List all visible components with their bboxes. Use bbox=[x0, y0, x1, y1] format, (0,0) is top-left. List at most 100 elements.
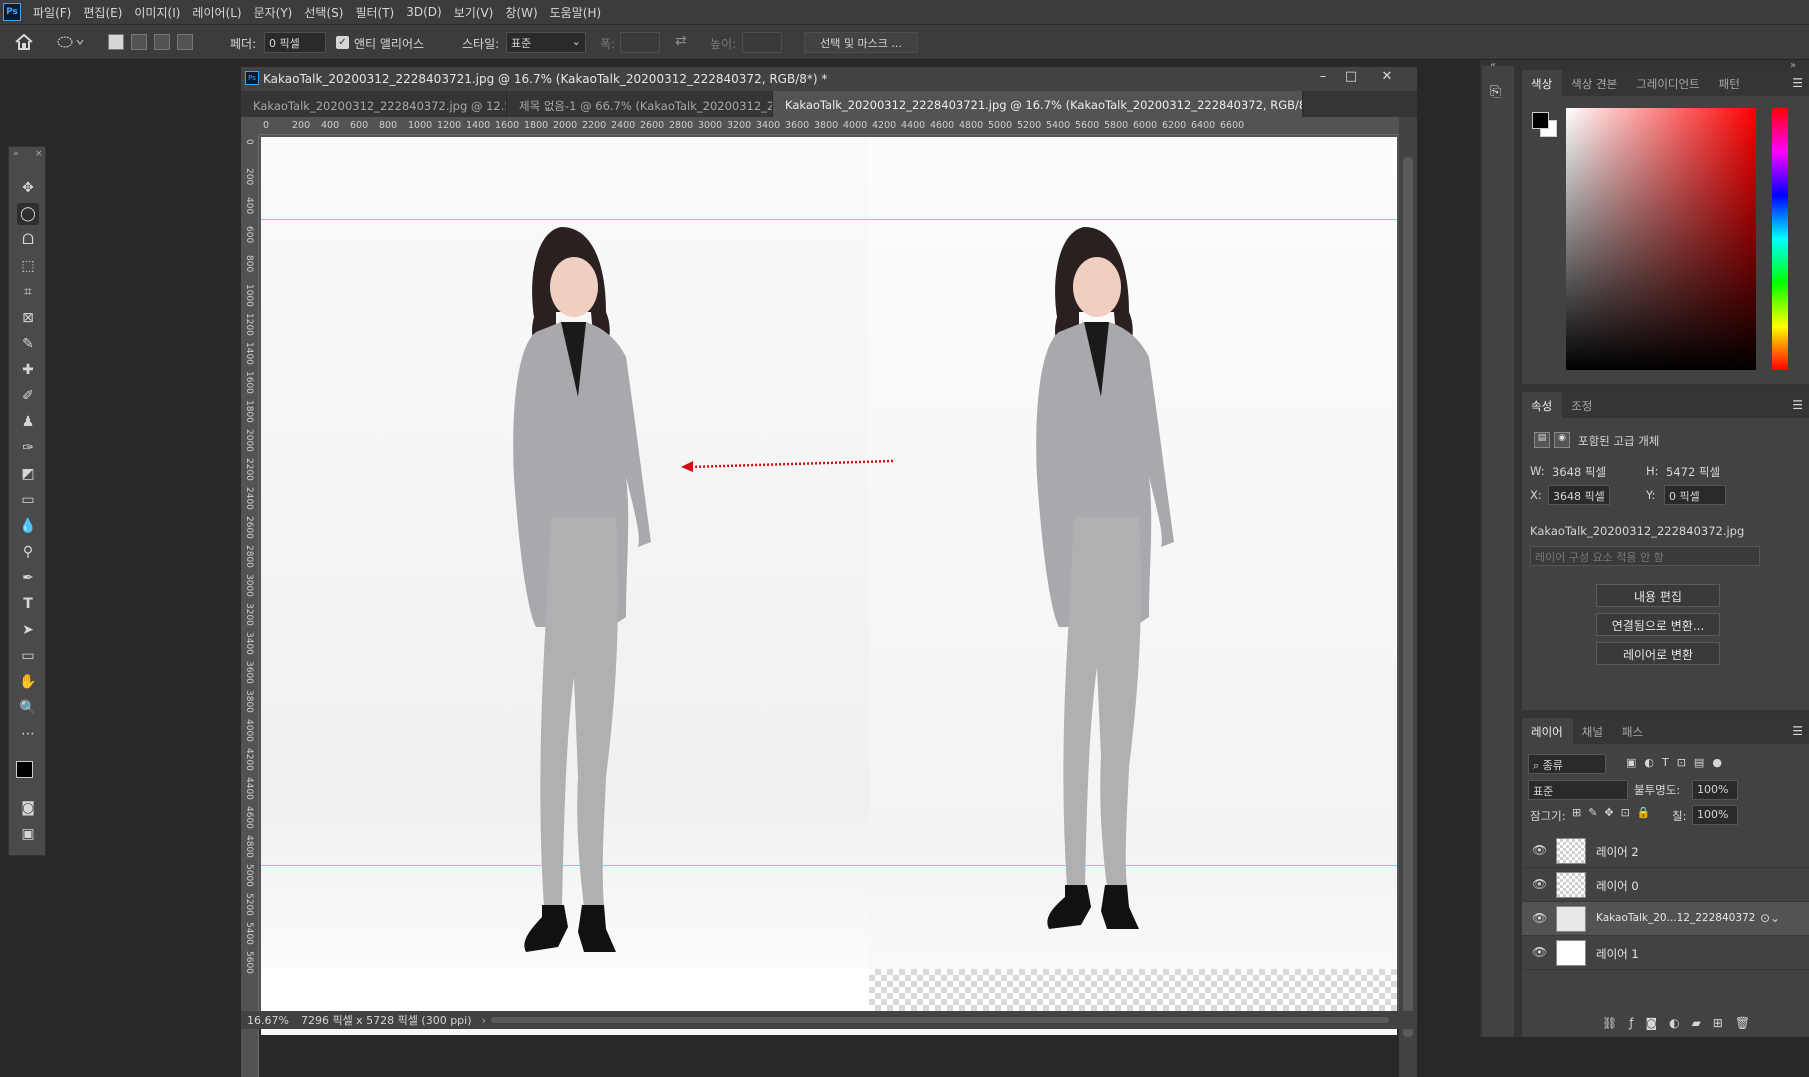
color-field[interactable] bbox=[1566, 108, 1756, 370]
home-icon[interactable] bbox=[14, 33, 34, 51]
layer-comp-select[interactable]: 레이어 구성 요소 적용 안 함 bbox=[1530, 546, 1760, 566]
zoom-level[interactable]: 16.67% bbox=[247, 1014, 289, 1027]
layer-filter-select[interactable]: ⌕ 종류 bbox=[1528, 754, 1606, 774]
maximize-icon[interactable]: □ bbox=[1339, 69, 1363, 89]
eyedropper-tool-icon[interactable]: ✎ bbox=[17, 333, 39, 355]
brush-tool-icon[interactable]: ✐ bbox=[17, 385, 39, 407]
w-value[interactable]: 3648 픽셀 bbox=[1552, 464, 1606, 480]
gradient-tool-icon[interactable]: ▭ bbox=[17, 489, 39, 511]
visibility-eye-icon[interactable]: 👁 bbox=[1532, 843, 1547, 857]
elliptical-marquee-preset-icon[interactable] bbox=[56, 34, 86, 50]
document-tab[interactable]: 제목 없음-1 @ 66.7% (KakaoTalk_20200312_2228… bbox=[507, 91, 773, 117]
type-tool-icon[interactable]: T bbox=[17, 593, 39, 615]
layer-options-icon[interactable]: ⊙⌄ bbox=[1760, 911, 1780, 925]
menu-image[interactable]: 이미지(I) bbox=[128, 4, 186, 21]
crop-tool-icon[interactable]: ⌗ bbox=[17, 281, 39, 303]
width-input[interactable] bbox=[620, 32, 660, 53]
menu-file[interactable]: 파일(F) bbox=[27, 4, 77, 21]
tab-paths[interactable]: 패스 bbox=[1613, 718, 1653, 744]
menu-view[interactable]: 보기(V) bbox=[448, 4, 500, 21]
document-tab-active[interactable]: KakaoTalk_20200312_2228403721.jpg @ 16.7… bbox=[773, 91, 1303, 117]
clone-stamp-tool-icon[interactable]: ♟ bbox=[17, 411, 39, 433]
screen-mode-icon[interactable]: ▣ bbox=[17, 823, 39, 845]
rectangle-tool-icon[interactable]: ▭ bbox=[17, 645, 39, 667]
convert-to-layers-button[interactable]: 레이어로 변환 bbox=[1596, 642, 1720, 665]
layer-name[interactable]: 레이어 2 bbox=[1596, 844, 1639, 860]
close-icon[interactable]: × bbox=[35, 149, 43, 159]
menu-layer[interactable]: 레이어(L) bbox=[186, 4, 247, 21]
tab-swatches[interactable]: 색상 견본 bbox=[1562, 70, 1627, 96]
visibility-eye-icon[interactable]: 👁 bbox=[1532, 911, 1547, 925]
more-tools-icon[interactable]: ⋯ bbox=[17, 723, 39, 745]
swap-icon[interactable]: ⇄ bbox=[675, 33, 687, 49]
visibility-eye-icon[interactable]: 👁 bbox=[1532, 945, 1547, 959]
visibility-eye-icon[interactable]: 👁 bbox=[1532, 877, 1547, 891]
foreground-swatch[interactable] bbox=[1532, 112, 1549, 129]
fill-input[interactable]: 100% bbox=[1692, 805, 1738, 825]
tab-channels[interactable]: 채널 bbox=[1573, 718, 1613, 744]
panel-menu-icon[interactable]: ☰ bbox=[1792, 724, 1803, 738]
tab-layers[interactable]: 레이어 bbox=[1522, 718, 1573, 744]
minimize-icon[interactable]: – bbox=[1311, 69, 1335, 89]
x-input[interactable]: 3648 픽셀 bbox=[1548, 485, 1610, 505]
object-selection-tool-icon[interactable]: ⬚ bbox=[17, 255, 39, 277]
convert-to-linked-button[interactable]: 연결됨으로 변환... bbox=[1596, 613, 1720, 636]
history-brush-tool-icon[interactable]: ✑ bbox=[17, 437, 39, 459]
pen-tool-icon[interactable]: ✒ bbox=[17, 567, 39, 589]
new-selection-icon[interactable] bbox=[108, 34, 124, 50]
style-select[interactable]: 표준 ⌄ bbox=[506, 32, 586, 53]
menu-select[interactable]: 선택(S) bbox=[298, 4, 349, 21]
panel-menu-icon[interactable]: ☰ bbox=[1792, 76, 1803, 90]
layer-name[interactable]: 레이어 0 bbox=[1596, 878, 1639, 894]
panel-menu-icon[interactable]: ☰ bbox=[1792, 398, 1803, 412]
vertical-scrollbar[interactable] bbox=[1399, 117, 1417, 1077]
hand-tool-icon[interactable]: ✋ bbox=[17, 671, 39, 693]
opacity-input[interactable]: 100% bbox=[1692, 780, 1738, 800]
tab-gradients[interactable]: 그레이디언트 bbox=[1627, 70, 1709, 96]
menu-window[interactable]: 창(W) bbox=[499, 4, 543, 21]
menu-help[interactable]: 도움말(H) bbox=[544, 4, 608, 21]
elliptical-marquee-tool-icon[interactable]: ◯ bbox=[17, 203, 39, 225]
vertical-scroll-thumb[interactable] bbox=[1403, 157, 1413, 1037]
blend-mode-select[interactable]: 표준 bbox=[1528, 780, 1628, 800]
collapse-icon[interactable]: » bbox=[13, 149, 19, 159]
subtract-selection-icon[interactable] bbox=[154, 34, 170, 50]
layer-row[interactable]: 👁 레이어 0 bbox=[1522, 868, 1809, 902]
edit-contents-button[interactable]: 내용 편집 bbox=[1596, 584, 1720, 607]
layer-name[interactable]: KakaoTalk_20...12_222840372 bbox=[1596, 912, 1755, 924]
intersect-selection-icon[interactable] bbox=[177, 34, 193, 50]
y-input[interactable]: 0 픽셀 bbox=[1664, 485, 1726, 505]
menu-edit[interactable]: 편집(E) bbox=[77, 4, 128, 21]
image-canvas[interactable] bbox=[261, 137, 1397, 1035]
zoom-tool-icon[interactable]: 🔍 bbox=[17, 697, 39, 719]
document-tab[interactable]: KakaoTalk_20200312_222840372.jpg @ 12.5%… bbox=[241, 91, 507, 117]
lasso-tool-icon[interactable]: ᗝ bbox=[17, 229, 39, 251]
move-tool-icon[interactable]: ✥ bbox=[17, 177, 39, 199]
mask-icon[interactable]: ◉ bbox=[1554, 432, 1570, 448]
foreground-color-swatch[interactable] bbox=[16, 761, 33, 778]
layer-row[interactable]: 👁 레이어 2 bbox=[1522, 834, 1809, 868]
lock-icons[interactable]: ⊞✎✥⊡🔒 bbox=[1572, 806, 1658, 819]
add-selection-icon[interactable] bbox=[131, 34, 147, 50]
dodge-tool-icon[interactable]: ⚲ bbox=[17, 541, 39, 563]
horizontal-scrollbar[interactable] bbox=[491, 1017, 1389, 1023]
h-value[interactable]: 5472 픽셀 bbox=[1666, 464, 1720, 480]
layer-footer-icons[interactable]: ⛓ƒ◙◐▰⊞🗑 bbox=[1602, 1016, 1762, 1030]
history-panel-icon[interactable]: ⎘ bbox=[1490, 84, 1501, 100]
feather-input[interactable]: 0 픽셀 bbox=[264, 32, 326, 53]
frame-tool-icon[interactable]: ⊠ bbox=[17, 307, 39, 329]
blur-tool-icon[interactable]: 💧 bbox=[17, 515, 39, 537]
antialias-checkbox[interactable]: ✓ bbox=[336, 36, 349, 49]
tab-properties[interactable]: 속성 bbox=[1522, 392, 1563, 418]
menu-type[interactable]: 문자(Y) bbox=[248, 4, 299, 21]
path-selection-tool-icon[interactable]: ➤ bbox=[17, 619, 39, 641]
menu-3d[interactable]: 3D(D) bbox=[400, 5, 447, 19]
close-window-icon[interactable]: ✕ bbox=[1375, 69, 1399, 89]
hue-slider[interactable] bbox=[1772, 108, 1788, 370]
eraser-tool-icon[interactable]: ◩ bbox=[17, 463, 39, 485]
tab-adjustments[interactable]: 조정 bbox=[1562, 392, 1602, 418]
layer-row[interactable]: 👁 레이어 1 bbox=[1522, 936, 1809, 970]
tab-color[interactable]: 색상 bbox=[1522, 70, 1563, 96]
select-and-mask-button[interactable]: 선택 및 마스크 ... bbox=[804, 32, 918, 53]
layer-row-selected[interactable]: 👁 KakaoTalk_20...12_222840372 ⊙⌄ bbox=[1522, 902, 1809, 936]
